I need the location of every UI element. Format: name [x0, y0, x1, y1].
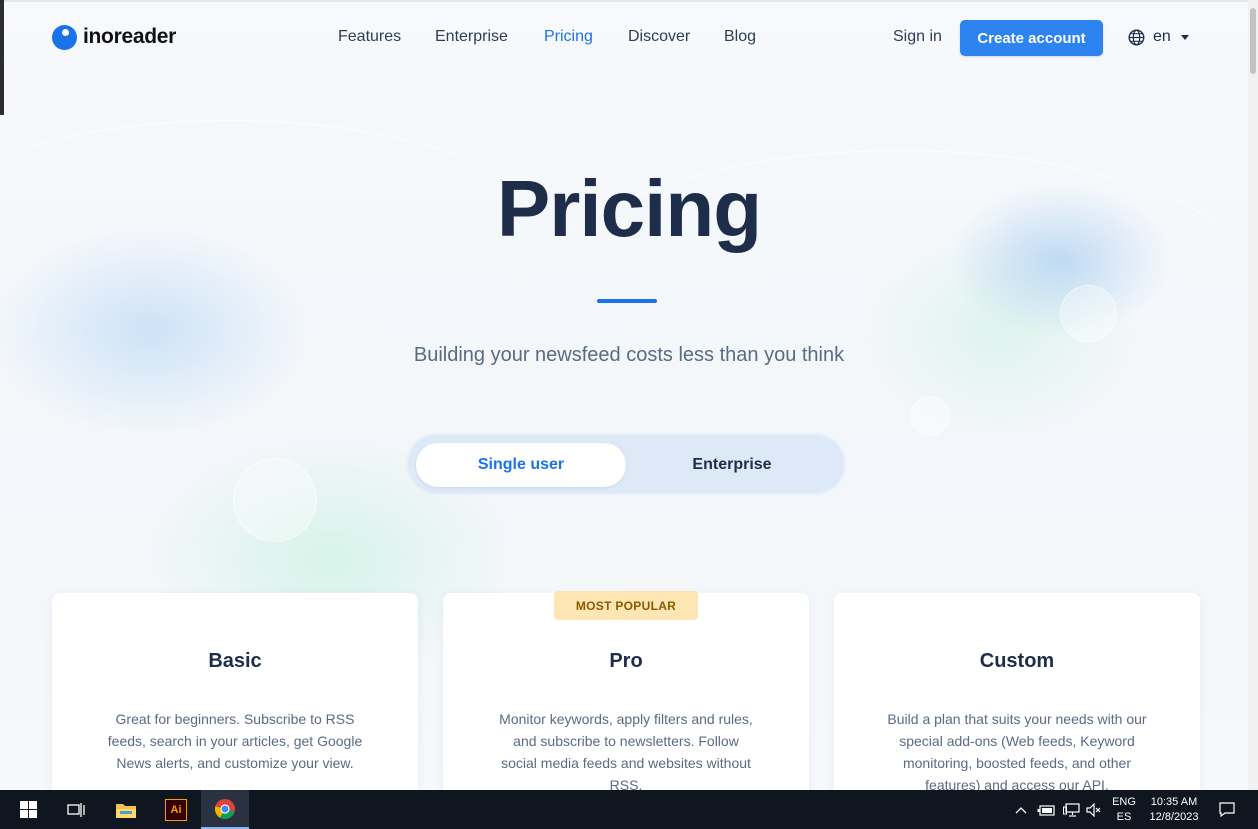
illustrator-button[interactable]: Ai: [152, 790, 200, 829]
vertical-scrollbar[interactable]: [1248, 0, 1258, 790]
chrome-icon: [214, 798, 235, 819]
plan-type-toggle: Single user Enterprise: [406, 433, 846, 495]
clock[interactable]: 10:35 AM 12/8/2023: [1142, 790, 1206, 829]
nav-link-blog[interactable]: Blog: [724, 28, 756, 46]
chevron-down-icon: [1180, 34, 1189, 40]
plan-title: Pro: [609, 650, 643, 672]
plan-title: Basic: [208, 650, 262, 672]
logo-text: inoreader: [83, 25, 176, 48]
volume-muted-icon: [1086, 802, 1101, 817]
input-language-indicator[interactable]: ENG ES: [1106, 790, 1142, 829]
plan-title: Custom: [979, 650, 1055, 672]
inoreader-logo[interactable]: inoreader: [52, 24, 176, 50]
nav-link-enterprise[interactable]: Enterprise: [435, 28, 508, 46]
show-hidden-icons-button[interactable]: [1012, 790, 1030, 829]
notifications-button[interactable]: [1212, 790, 1242, 829]
nav-link-pricing[interactable]: Pricing: [544, 28, 593, 46]
plan-description: Monitor keywords, apply filters and rule…: [499, 711, 753, 790]
illustrator-icon: Ai: [165, 798, 187, 821]
browser-viewport: inoreader Features Enterprise Pricing Di…: [0, 0, 1258, 790]
start-button[interactable]: [4, 790, 52, 829]
globe-icon: [1128, 28, 1145, 46]
plan-card-custom: Custom Build a plan that suits your need…: [834, 593, 1200, 790]
file-explorer-icon: [116, 803, 136, 818]
sign-in-link[interactable]: Sign in: [893, 28, 942, 46]
task-view-icon: [67, 802, 85, 817]
create-account-button[interactable]: Create account: [960, 20, 1103, 56]
decorative-circle: [1060, 285, 1117, 342]
language-selector[interactable]: en: [1128, 28, 1189, 46]
language-code: ENG: [1112, 795, 1136, 808]
nav-link-discover[interactable]: Discover: [628, 28, 690, 46]
decorative-circle: [910, 396, 950, 436]
task-view-button[interactable]: [52, 790, 100, 829]
clock-date: 12/8/2023: [1149, 810, 1199, 823]
windows-start-icon: [19, 801, 37, 818]
chrome-button[interactable]: [201, 790, 249, 829]
volume-tray[interactable]: [1083, 790, 1105, 829]
plan-description: Great for beginners. Subscribe to RSS fe…: [107, 711, 363, 771]
language-label: en: [1153, 28, 1171, 45]
battery-icon: [1037, 804, 1055, 816]
window-edge: [0, 0, 4, 115]
title-underline: [597, 299, 657, 303]
toggle-enterprise[interactable]: Enterprise: [627, 443, 837, 487]
logo-icon: [52, 24, 77, 50]
toggle-single-user[interactable]: Single user: [416, 443, 626, 487]
plan-card-pro: MOST POPULAR Pro Monitor keywords, apply…: [443, 591, 809, 790]
nav-link-features[interactable]: Features: [338, 28, 401, 46]
most-popular-badge: MOST POPULAR: [554, 591, 698, 620]
plan-description: Build a plan that suits your needs with …: [887, 711, 1147, 790]
keyboard-layout-code: ES: [1116, 810, 1132, 823]
network-icon: [1062, 802, 1080, 817]
file-explorer-button[interactable]: [102, 790, 150, 829]
notification-center-icon: [1219, 802, 1235, 817]
plan-card-basic: Basic Great for beginners. Subscribe to …: [52, 593, 418, 790]
window-border: [0, 0, 1258, 2]
chevron-up-icon: [1015, 806, 1027, 813]
scrollbar-thumb[interactable]: [1250, 8, 1256, 74]
page-title: Pricing: [496, 164, 762, 253]
decorative-circle: [233, 458, 317, 542]
page-subtitle: Building your newsfeed costs less than y…: [413, 344, 845, 366]
windows-taskbar: Ai ENG ES 10:35 AM 12/8/2023: [0, 790, 1258, 829]
network-tray[interactable]: [1059, 790, 1083, 829]
battery-tray[interactable]: [1034, 790, 1058, 829]
clock-time: 10:35 AM: [1150, 795, 1198, 808]
